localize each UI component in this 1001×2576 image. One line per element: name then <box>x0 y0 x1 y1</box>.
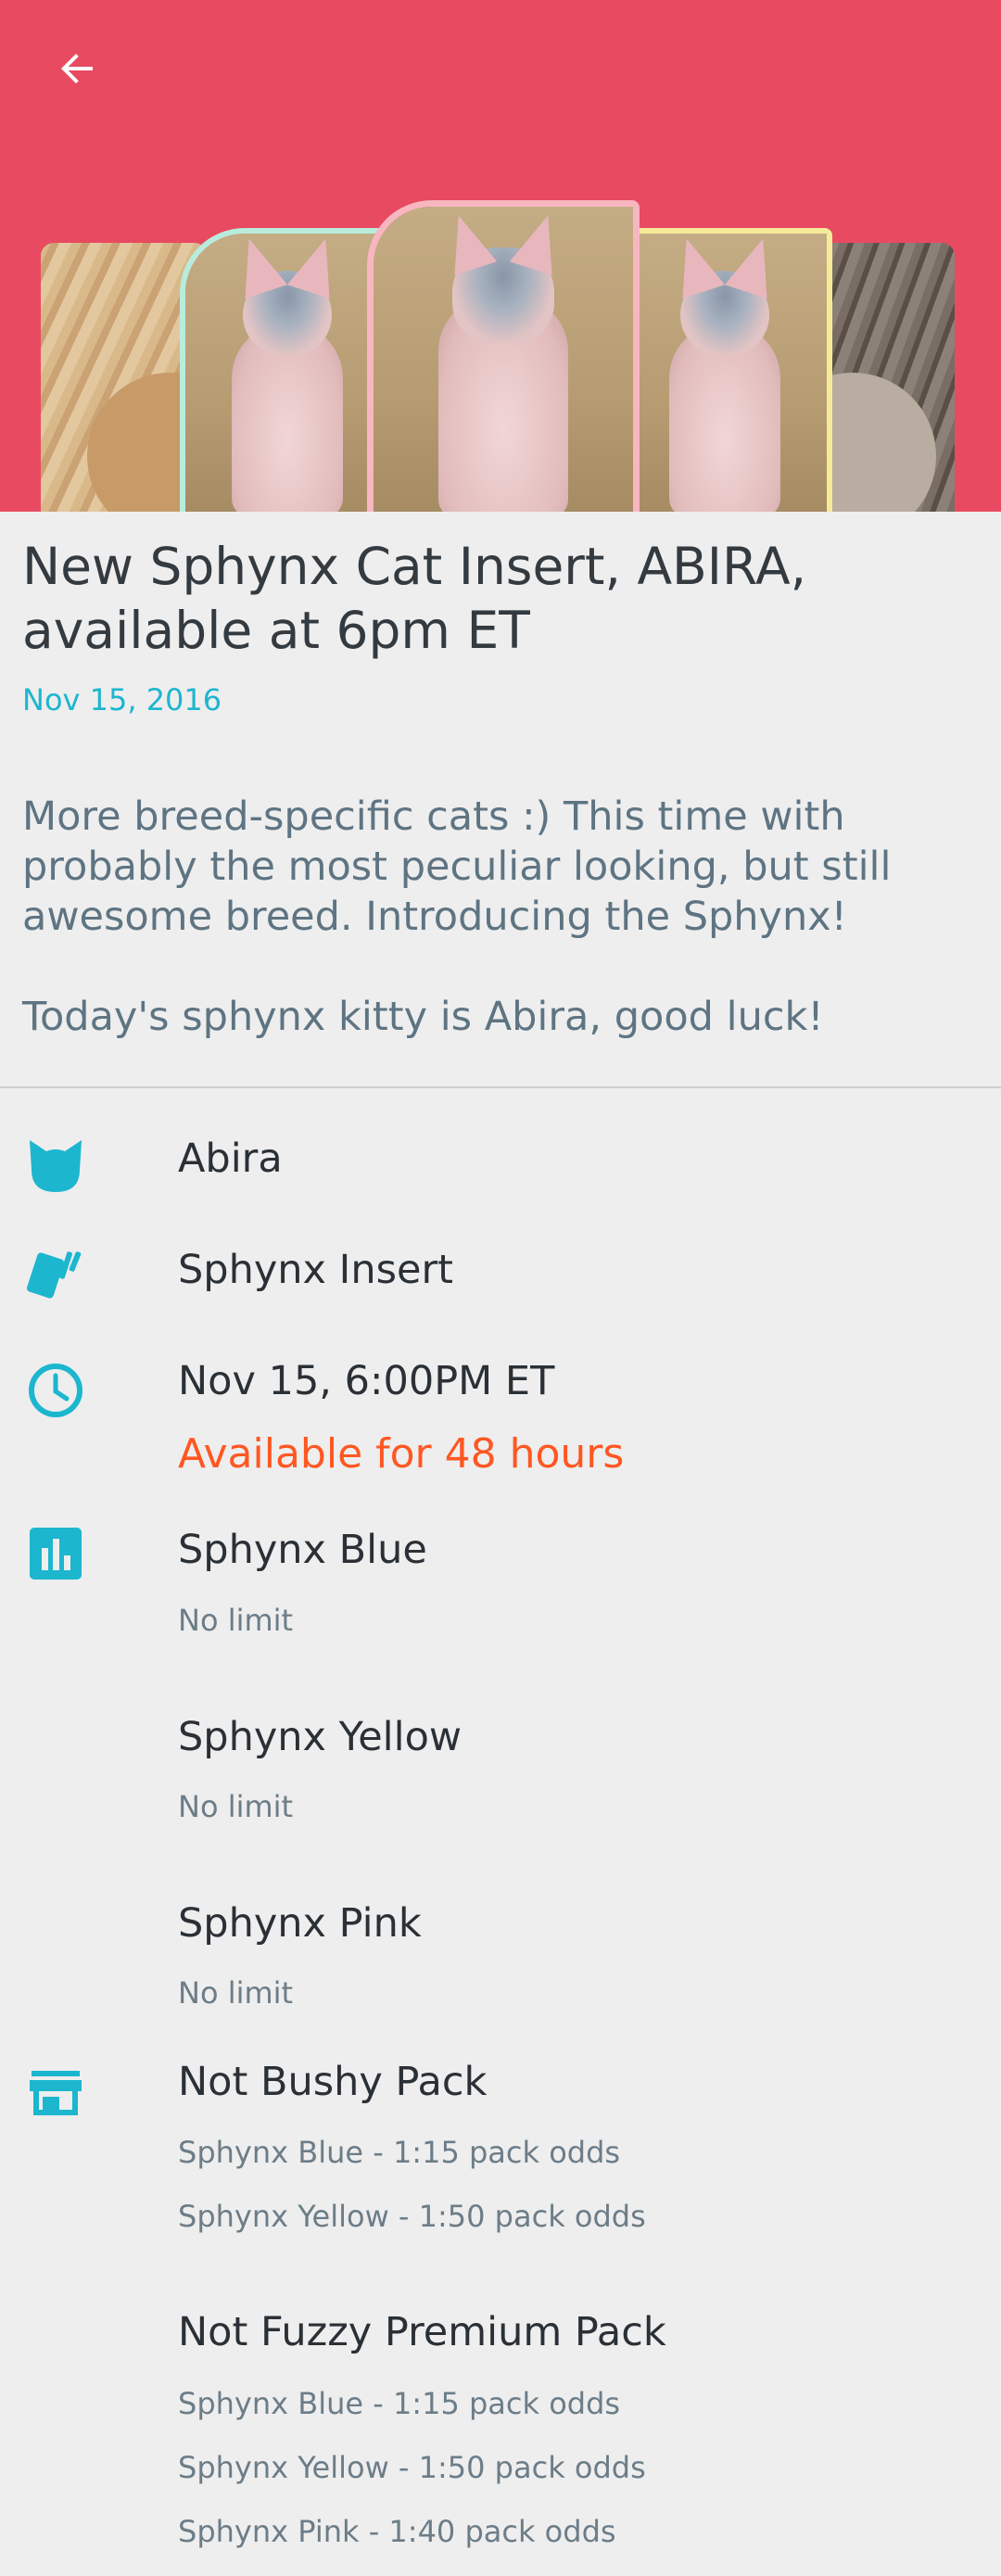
store-icon <box>30 2071 82 2115</box>
variant-limit: No limit <box>178 1975 294 2011</box>
bar-chart-icon <box>30 1528 82 1580</box>
variant-name: Sphynx Blue <box>178 1527 427 1573</box>
availability-text: Available for 48 hours <box>178 1430 625 1478</box>
variant-name: Sphynx Yellow <box>178 1714 462 1760</box>
variant-limit: No limit <box>178 1789 294 1824</box>
card-image-blue <box>180 228 395 512</box>
post-title: New Sphynx Cat Insert, ABIRA, available … <box>22 537 807 660</box>
insert-name: Sphynx Insert <box>178 1247 453 1293</box>
variant-name: Sphynx Pink <box>178 1900 422 1947</box>
release-time: Nov 15, 6:00PM ET <box>178 1358 555 1404</box>
pack-name: Not Bushy Pack <box>178 2059 488 2105</box>
post-description: More breed-specific cats :) This time wi… <box>22 793 892 1040</box>
pack-odds-item: Sphynx Yellow - 1:50 pack odds <box>178 2199 646 2234</box>
pack-odds-item: Sphynx Blue - 1:15 pack odds <box>178 2386 621 2421</box>
variant-limit: No limit <box>178 1603 294 1638</box>
cat-icon <box>30 1140 82 1192</box>
card-image-yellow <box>617 228 832 512</box>
divider <box>0 1086 1001 1088</box>
pack-name: Not Fuzzy Premium Pack <box>178 2309 666 2355</box>
clock-icon <box>29 1364 82 1417</box>
cards-icon <box>26 1251 82 1299</box>
cat-name: Abira <box>178 1136 283 1182</box>
hero-banner <box>0 0 1001 512</box>
back-button[interactable] <box>41 32 115 106</box>
pack-odds-item: Sphynx Pink - 1:40 pack odds <box>178 2514 616 2549</box>
post-date: Nov 15, 2016 <box>22 682 222 717</box>
arrow-left-icon <box>61 54 93 83</box>
pack-odds-item: Sphynx Yellow - 1:50 pack odds <box>178 2450 646 2485</box>
pack-odds-item: Sphynx Blue - 1:15 pack odds <box>178 2135 621 2170</box>
card-image-pink <box>367 200 640 512</box>
